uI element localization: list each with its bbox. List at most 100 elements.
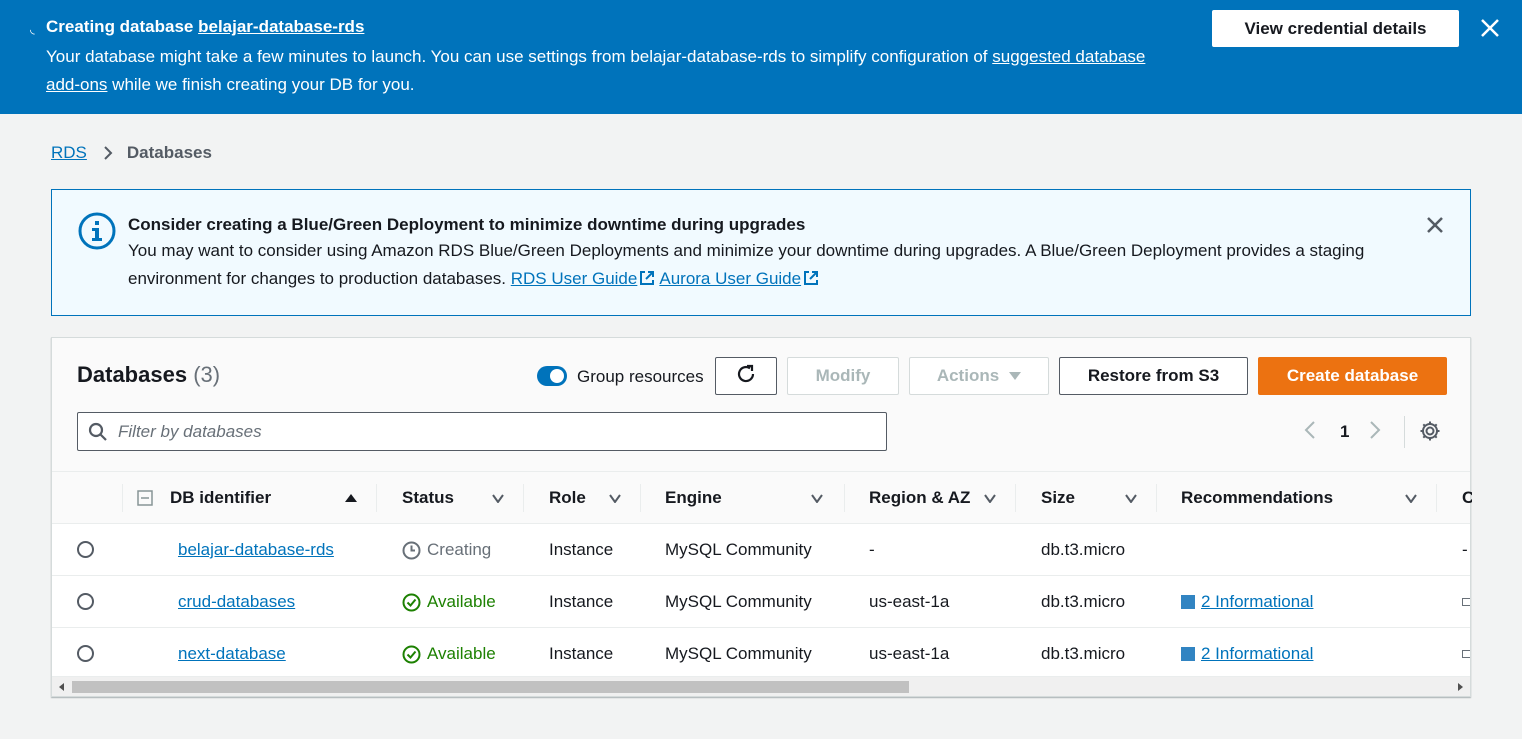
db-identifier-link[interactable]: next-database [178, 644, 286, 664]
breadcrumb-current: Databases [126, 143, 212, 162]
refresh-icon [735, 363, 757, 390]
status-text: Available [427, 644, 496, 663]
column-label: DB identifier [170, 488, 272, 507]
gear-icon[interactable] [1419, 420, 1441, 447]
sort-caret-icon [811, 488, 823, 508]
column-divider [376, 484, 377, 512]
engine-cell: MySQL Community [665, 644, 812, 663]
sort-caret-icon [984, 488, 996, 508]
recommendations-cell: 2 Informational [1181, 628, 1313, 680]
breadcrumb: RDS Databases [51, 143, 212, 163]
table-column-headers: DB identifier Status Role Engine Region … [52, 472, 1472, 524]
database-count: (3) [193, 362, 221, 387]
column-db-identifier[interactable]: DB identifier [170, 472, 365, 524]
sort-caret-icon [609, 488, 621, 508]
filter-field[interactable] [77, 412, 887, 451]
table-row[interactable]: next-database Available Instance MySQL C… [52, 628, 1470, 680]
size-cell: db.t3.micro [1041, 644, 1126, 663]
truncated-cell [1462, 576, 1470, 628]
truncated-cell: - [1462, 540, 1468, 559]
panel-title-text: Databases [77, 362, 188, 387]
row-select-radio[interactable] [77, 645, 94, 662]
group-collapse-toggle[interactable] [137, 472, 153, 524]
column-divider [1015, 484, 1016, 512]
engine-cell: MySQL Community [665, 592, 812, 611]
info-alert-body: You may want to consider using Amazon RD… [128, 237, 1408, 295]
row-select-radio[interactable] [77, 541, 94, 558]
group-resources-toggle[interactable] [537, 366, 567, 386]
row-select-radio[interactable] [77, 593, 94, 610]
info-square-icon [1181, 595, 1195, 609]
scroll-left-arrow-icon[interactable] [59, 683, 64, 691]
check-circle-icon [402, 645, 421, 664]
role-cell: Instance [549, 540, 614, 559]
table-row[interactable]: belajar-database-rds Creating Instance M… [52, 524, 1470, 576]
external-link-icon [639, 267, 655, 295]
column-recommendations[interactable]: Recommendations [1181, 472, 1426, 524]
truncated-cell [1462, 628, 1470, 680]
column-label: Engine [665, 488, 722, 507]
creation-flash-banner: ◟ Creating database belajar-database-rds… [0, 0, 1522, 114]
flash-message: Your database might take a few minutes t… [46, 43, 1156, 99]
horizontal-scrollbar[interactable] [52, 676, 1470, 696]
actions-dropdown-button[interactable]: Actions [909, 357, 1049, 395]
column-region-az[interactable]: Region & AZ [869, 472, 1009, 524]
flash-db-link[interactable]: belajar-database-rds [198, 17, 364, 36]
scrollbar-thumb[interactable] [72, 681, 909, 693]
flash-title: Creating database belajar-database-rds [46, 17, 364, 37]
recommendation-link[interactable]: 2 Informational [1201, 644, 1313, 664]
column-label: Role [549, 488, 586, 507]
chevron-left-icon[interactable] [1304, 420, 1316, 445]
size-cell: db.t3.micro [1041, 540, 1126, 559]
aurora-user-guide-link[interactable]: Aurora User Guide [659, 269, 801, 288]
info-icon [77, 211, 117, 256]
view-credential-details-button[interactable]: View credential details [1212, 10, 1459, 47]
pagination: 1 [1304, 418, 1381, 446]
column-divider [844, 484, 845, 512]
databases-table-panel: Databases (3) Group resources Modify Act… [51, 337, 1472, 697]
column-engine[interactable]: Engine [665, 472, 835, 524]
pager-divider [1404, 416, 1405, 448]
column-role[interactable]: Role [549, 472, 624, 524]
table-row[interactable]: crud-databases Available Instance MySQL … [52, 576, 1470, 628]
column-label: Region & AZ [869, 488, 971, 507]
info-alert-close-icon[interactable] [1424, 214, 1446, 241]
chevron-right-icon[interactable] [1369, 420, 1381, 445]
engine-cell: MySQL Community [665, 540, 812, 559]
role-cell: Instance [549, 644, 614, 663]
rds-user-guide-link[interactable]: RDS User Guide [511, 269, 638, 288]
table-header-area: Databases (3) Group resources Modify Act… [52, 338, 1470, 472]
panel-title: Databases (3) [77, 362, 220, 388]
page-number[interactable]: 1 [1340, 422, 1349, 442]
column-truncated[interactable]: C [1462, 472, 1472, 524]
loading-spinner-icon: ◟ [30, 22, 35, 36]
column-divider [640, 484, 641, 512]
breadcrumb-rds-link[interactable]: RDS [51, 143, 87, 163]
region-cell: us-east-1a [869, 644, 950, 663]
role-cell: Instance [549, 592, 614, 611]
column-status[interactable]: Status [402, 472, 512, 524]
info-alert-heading: Consider creating a Blue/Green Deploymen… [128, 215, 806, 234]
create-database-button[interactable]: Create database [1258, 357, 1447, 395]
column-label: C [1462, 488, 1472, 507]
db-identifier-link[interactable]: crud-databases [178, 592, 295, 612]
flash-close-icon[interactable] [1478, 16, 1502, 40]
search-icon [88, 422, 108, 442]
info-square-icon [1181, 647, 1195, 661]
column-label: Recommendations [1181, 488, 1334, 507]
db-identifier-link[interactable]: belajar-database-rds [178, 540, 334, 560]
column-size[interactable]: Size [1041, 472, 1146, 524]
actions-label: Actions [936, 366, 1000, 385]
column-divider [1436, 484, 1437, 512]
restore-from-s3-button[interactable]: Restore from S3 [1059, 357, 1248, 395]
caret-down-icon [1009, 372, 1022, 380]
external-link-icon [803, 267, 819, 295]
recommendation-link[interactable]: 2 Informational [1201, 592, 1313, 612]
scroll-right-arrow-icon[interactable] [1458, 683, 1463, 691]
modify-button[interactable]: Modify [787, 357, 899, 395]
flash-message-suffix: while we finish creating your DB for you… [107, 75, 415, 94]
refresh-button[interactable] [715, 357, 777, 395]
region-cell: - [869, 540, 875, 559]
filter-input[interactable] [118, 421, 818, 442]
flash-message-text: Your database might take a few minutes t… [46, 47, 993, 66]
